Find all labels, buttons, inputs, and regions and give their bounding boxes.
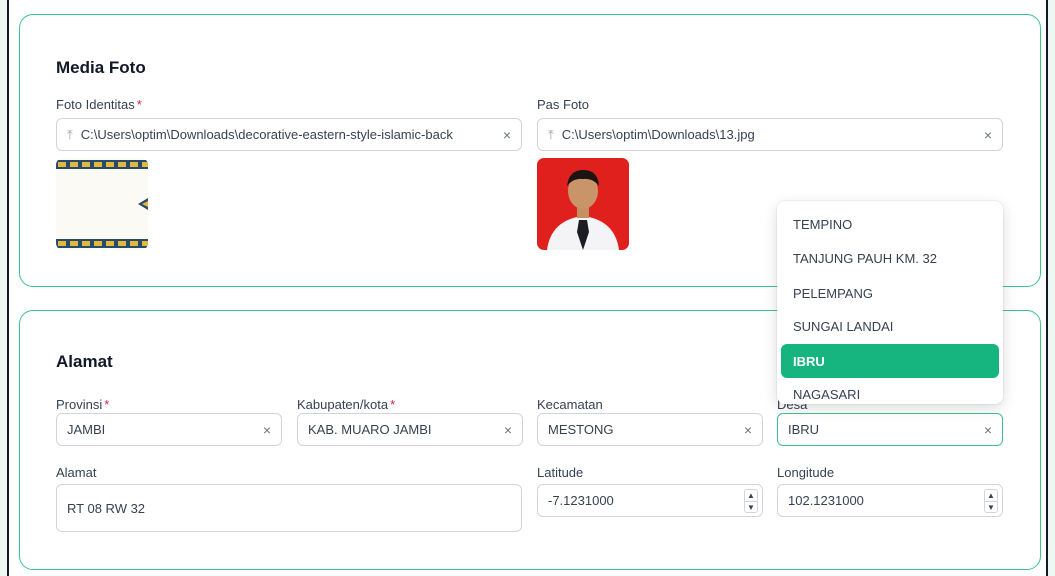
kecamatan-select[interactable]: MESTONG × bbox=[537, 413, 763, 446]
dropdown-option[interactable]: SUNGAI LANDAI bbox=[781, 309, 999, 343]
desa-value: IBRU bbox=[788, 422, 820, 437]
provinsi-label: Provinsi * bbox=[56, 397, 110, 412]
pas-foto-preview bbox=[537, 158, 629, 250]
required-marker: * bbox=[104, 397, 110, 412]
provinsi-select[interactable]: JAMBI × bbox=[56, 413, 282, 446]
longitude-label: Longitude bbox=[777, 465, 835, 480]
kabupaten-label: Kabupaten/kota * bbox=[297, 397, 396, 412]
clear-icon[interactable]: × bbox=[263, 423, 271, 437]
media-foto-title: Media Foto bbox=[56, 58, 146, 77]
alamat-textarea[interactable]: RT 08 RW 32 bbox=[56, 484, 522, 532]
alamat-value: RT 08 RW 32 bbox=[67, 500, 146, 516]
dropdown-option[interactable]: TEMPINO bbox=[781, 207, 999, 241]
latitude-stepper[interactable]: ▲ ▼ bbox=[744, 489, 758, 513]
alamat-label: Alamat bbox=[56, 465, 97, 480]
dropdown-option[interactable]: NAGASARI bbox=[781, 377, 999, 404]
pas-foto-upload[interactable]: ⤒ C:\Users\optim\Downloads\13.jpg × bbox=[537, 118, 1003, 151]
foto-identitas-label: Foto Identitas * bbox=[56, 97, 142, 112]
dropdown-option[interactable]: TANJUNG PAUH KM. 32 bbox=[781, 241, 999, 275]
clear-icon[interactable]: × bbox=[744, 423, 752, 437]
dropdown-option[interactable]: PELEMPANG bbox=[781, 276, 999, 310]
provinsi-value: JAMBI bbox=[67, 422, 106, 437]
stepper-down-icon[interactable]: ▼ bbox=[745, 502, 757, 513]
alamat-title: Alamat bbox=[56, 352, 113, 371]
foto-identitas-upload[interactable]: ⤒ C:\Users\optim\Downloads\decorative-ea… bbox=[56, 118, 522, 151]
stepper-up-icon[interactable]: ▲ bbox=[745, 490, 757, 502]
dropdown-option-selected[interactable]: IBRU bbox=[781, 344, 999, 378]
longitude-value: 102.1231000 bbox=[788, 493, 864, 508]
kabupaten-value: KAB. MUARO JAMBI bbox=[308, 422, 432, 437]
longitude-input[interactable]: 102.1231000 ▲ ▼ bbox=[777, 484, 1003, 517]
required-marker: * bbox=[136, 97, 142, 112]
stepper-up-icon[interactable]: ▲ bbox=[985, 490, 997, 502]
foto-identitas-preview bbox=[56, 158, 148, 250]
upload-icon: ⤒ bbox=[548, 126, 554, 142]
kecamatan-label: Kecamatan bbox=[537, 397, 603, 412]
clear-icon[interactable]: × bbox=[984, 128, 992, 142]
clear-icon[interactable]: × bbox=[503, 128, 511, 142]
kabupaten-select[interactable]: KAB. MUARO JAMBI × bbox=[297, 413, 523, 446]
desa-dropdown: TEMPINO TANJUNG PAUH KM. 32 PELEMPANG SU… bbox=[777, 201, 1003, 404]
desa-select[interactable]: IBRU × bbox=[777, 413, 1003, 446]
longitude-stepper[interactable]: ▲ ▼ bbox=[984, 489, 998, 513]
kecamatan-value: MESTONG bbox=[548, 422, 614, 437]
upload-icon: ⤒ bbox=[67, 126, 73, 142]
clear-icon[interactable]: × bbox=[984, 423, 992, 437]
pas-foto-value: C:\Users\optim\Downloads\13.jpg bbox=[561, 127, 755, 142]
foto-identitas-value: C:\Users\optim\Downloads\decorative-east… bbox=[80, 127, 453, 142]
required-marker: * bbox=[390, 397, 396, 412]
latitude-input[interactable]: -7.1231000 ▲ ▼ bbox=[537, 484, 763, 517]
clear-icon[interactable]: × bbox=[504, 423, 512, 437]
latitude-label: Latitude bbox=[537, 465, 584, 480]
stepper-down-icon[interactable]: ▼ bbox=[985, 502, 997, 513]
pas-foto-label: Pas Foto bbox=[537, 97, 590, 112]
latitude-value: -7.1231000 bbox=[548, 493, 614, 508]
